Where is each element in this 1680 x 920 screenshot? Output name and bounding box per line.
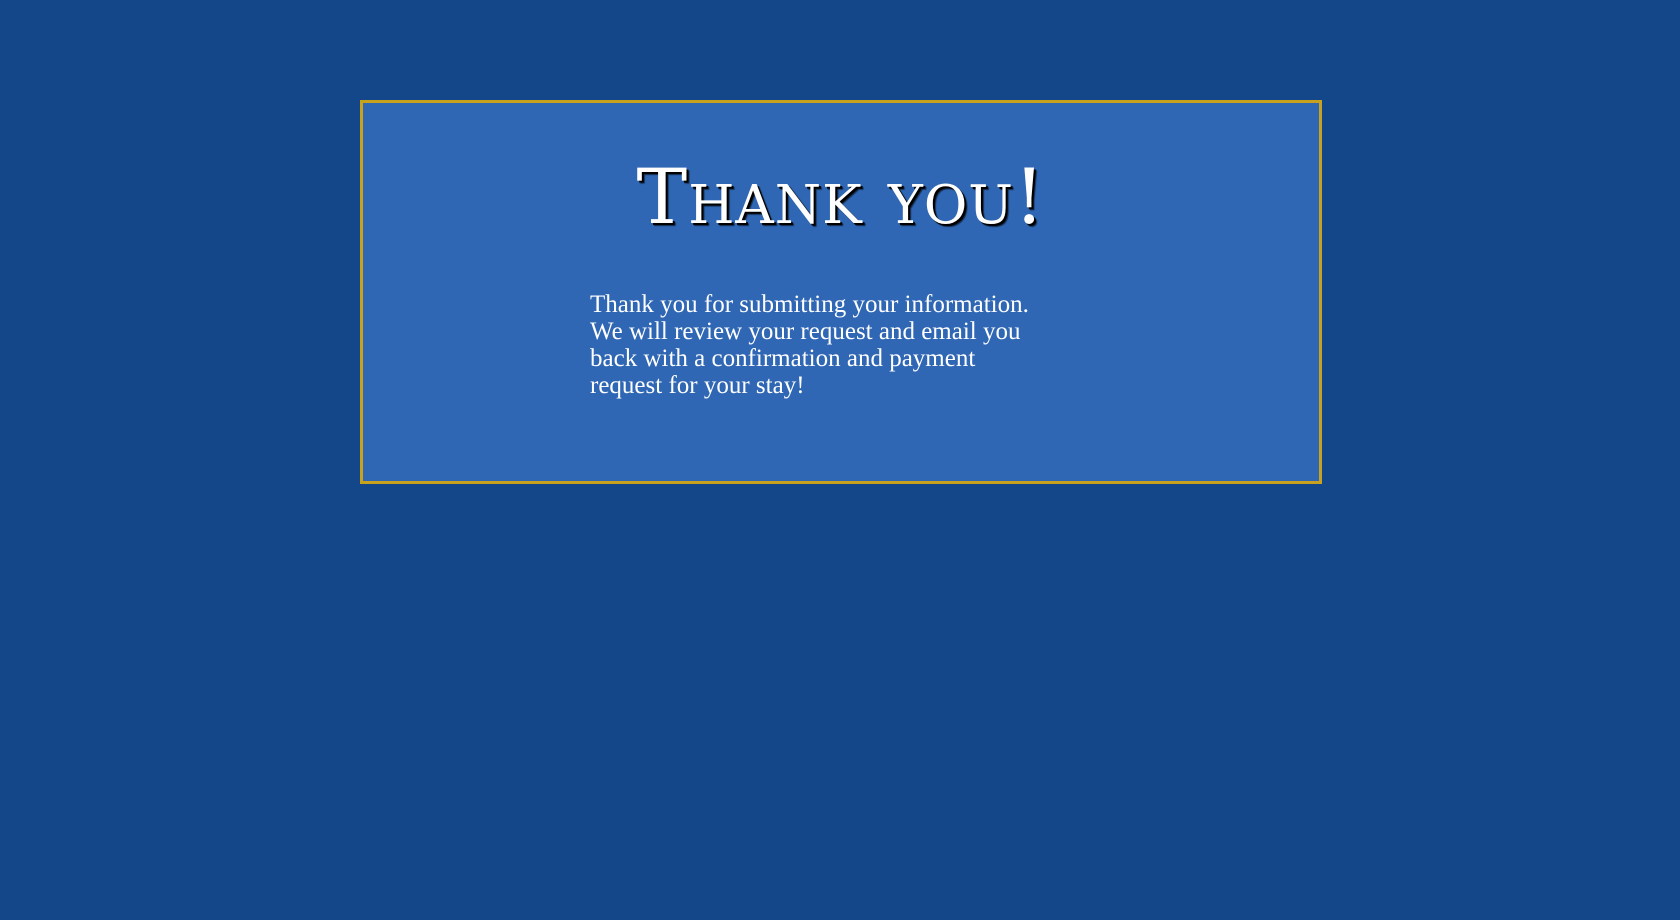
page: Thank you! Thank you for submitting your… xyxy=(0,0,1680,920)
page-title: Thank you! xyxy=(636,152,1046,241)
confirmation-message: Thank you for submitting your informatio… xyxy=(590,291,1029,399)
confirmation-card: Thank you! Thank you for submitting your… xyxy=(360,100,1322,484)
